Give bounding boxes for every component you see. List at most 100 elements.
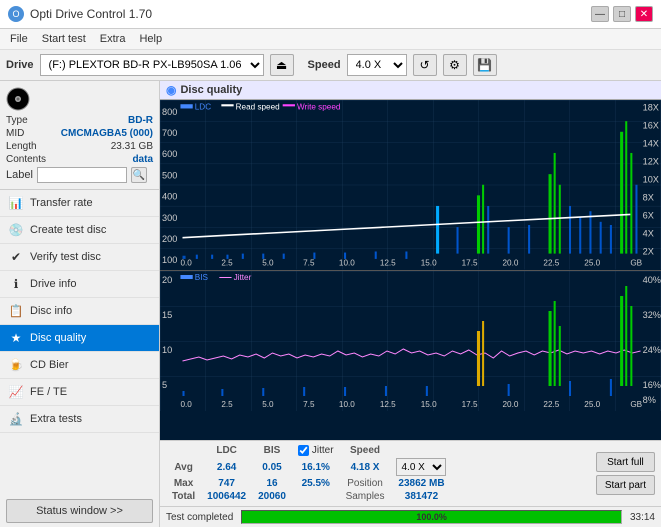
sidebar-item-create-test-disc[interactable]: 💿 Create test disc: [0, 217, 159, 244]
disc-mid-row: MID CMCMAGBA5 (000): [6, 128, 153, 139]
toolbar: Drive (F:) PLEXTOR BD-R PX-LB950SA 1.06 …: [0, 50, 661, 81]
bottom-chart-svg: 20 15 10 5 40% 32% 24% 16% 8% BIS Jitter: [160, 271, 661, 411]
config-button[interactable]: ⚙: [443, 54, 467, 76]
svg-text:20: 20: [162, 275, 172, 285]
svg-text:200: 200: [162, 234, 177, 244]
samples-label: Samples: [340, 490, 391, 503]
start-full-button[interactable]: Start full: [596, 452, 655, 472]
svg-text:15.0: 15.0: [421, 400, 437, 409]
refresh-button[interactable]: ↺: [413, 54, 437, 76]
status-text: Test completed: [166, 512, 233, 523]
create-test-disc-label: Create test disc: [30, 224, 106, 236]
length-label: Length: [6, 141, 37, 152]
transfer-rate-label: Transfer rate: [30, 197, 93, 209]
drive-info-label: Drive info: [30, 278, 76, 290]
jitter-checkbox[interactable]: [298, 445, 309, 456]
time-text: 33:14: [630, 512, 655, 523]
menu-extra[interactable]: Extra: [94, 31, 132, 47]
svg-text:10: 10: [162, 345, 172, 355]
svg-text:8%: 8%: [643, 395, 656, 405]
jitter-checkbox-label: Jitter: [298, 445, 334, 456]
svg-text:5.0: 5.0: [262, 400, 274, 409]
speed-select[interactable]: 4.0 X: [347, 54, 407, 76]
avg-label: Avg: [166, 457, 201, 477]
avg-speed: 4.18 X: [340, 457, 391, 477]
label-icon-btn[interactable]: 🔍: [131, 167, 147, 183]
sidebar-item-verify-test-disc[interactable]: ✔ Verify test disc: [0, 244, 159, 271]
svg-text:700: 700: [162, 128, 177, 138]
close-button[interactable]: ✕: [635, 6, 653, 22]
svg-text:100: 100: [162, 255, 177, 265]
maximize-button[interactable]: □: [613, 6, 631, 22]
win-controls: — □ ✕: [591, 6, 653, 22]
sidebar-item-cd-bier[interactable]: 🍺 CD Bier: [0, 352, 159, 379]
total-bis: 20060: [252, 490, 292, 503]
eject-button[interactable]: ⏏: [270, 54, 294, 76]
sidebar: Type BD-R MID CMCMAGBA5 (000) Length 23.…: [0, 81, 160, 527]
sidebar-item-extra-tests[interactable]: 🔬 Extra tests: [0, 406, 159, 433]
avg-jitter: 16.1%: [292, 457, 340, 477]
svg-text:600: 600: [162, 149, 177, 159]
svg-text:300: 300: [162, 213, 177, 223]
position-label: Position: [340, 477, 391, 490]
avg-bis: 0.05: [252, 457, 292, 477]
contents-value: data: [132, 154, 153, 165]
app-icon: O: [8, 6, 24, 22]
cd-bier-icon: 🍺: [8, 357, 24, 373]
title-left: O Opti Drive Control 1.70: [8, 6, 152, 22]
menu-file[interactable]: File: [4, 31, 34, 47]
disc-length-row: Length 23.31 GB: [6, 141, 153, 152]
svg-text:GB: GB: [630, 257, 642, 267]
fe-te-icon: 📈: [8, 384, 24, 400]
svg-text:14X: 14X: [643, 138, 660, 148]
title-bar: O Opti Drive Control 1.70 — □ ✕: [0, 0, 661, 29]
status-window-button[interactable]: Status window >>: [6, 499, 153, 523]
mid-value: CMCMAGBA5 (000): [61, 128, 153, 139]
stats-table: LDC BIS Jitter Speed Avg 2.64 0.05: [166, 444, 452, 503]
disc-icon: [6, 87, 30, 111]
label-input[interactable]: [37, 167, 127, 183]
extra-tests-label: Extra tests: [30, 413, 82, 425]
sidebar-item-fe-te[interactable]: 📈 FE / TE: [0, 379, 159, 406]
svg-text:24%: 24%: [643, 345, 661, 355]
drive-label: Drive: [6, 59, 34, 71]
minimize-button[interactable]: —: [591, 6, 609, 22]
start-part-button[interactable]: Start part: [596, 475, 655, 495]
svg-text:6X: 6X: [643, 211, 655, 221]
svg-text:10.0: 10.0: [339, 400, 355, 409]
chart-header-icon: ◉: [166, 83, 176, 97]
disc-type-row: Type BD-R: [6, 115, 153, 126]
chart-header: ◉ Disc quality: [160, 81, 661, 100]
create-test-disc-icon: 💿: [8, 222, 24, 238]
max-bis: 16: [252, 477, 292, 490]
max-ldc: 747: [201, 477, 252, 490]
save-button[interactable]: 💾: [473, 54, 497, 76]
svg-text:10X: 10X: [643, 174, 660, 184]
svg-text:0.0: 0.0: [180, 400, 192, 409]
extra-tests-icon: 🔬: [8, 411, 24, 427]
contents-label: Contents: [6, 154, 46, 165]
svg-text:12.5: 12.5: [380, 257, 396, 267]
svg-text:25.0: 25.0: [584, 400, 600, 409]
menu-help[interactable]: Help: [133, 31, 168, 47]
sidebar-item-disc-quality[interactable]: ★ Disc quality: [0, 325, 159, 352]
svg-text:4X: 4X: [643, 229, 655, 239]
sidebar-item-drive-info[interactable]: ℹ Drive info: [0, 271, 159, 298]
chart-title: Disc quality: [180, 84, 242, 96]
svg-text:16%: 16%: [643, 380, 661, 390]
speed-label: Speed: [308, 59, 341, 71]
top-chart-svg: 800 700 600 500 400 300 200 100 18X 16X …: [160, 100, 661, 270]
sidebar-item-disc-info[interactable]: 📋 Disc info: [0, 298, 159, 325]
menu-start-test[interactable]: Start test: [36, 31, 92, 47]
svg-text:22.5: 22.5: [543, 400, 559, 409]
disc-header: [6, 87, 153, 111]
sidebar-item-transfer-rate[interactable]: 📊 Transfer rate: [0, 190, 159, 217]
chart-area: ◉ Disc quality 80: [160, 81, 661, 527]
svg-text:40%: 40%: [643, 275, 661, 285]
svg-text:15: 15: [162, 310, 172, 320]
svg-text:Read speed: Read speed: [236, 101, 280, 111]
svg-text:7.5: 7.5: [303, 257, 315, 267]
speed-select-stats[interactable]: 4.0 X: [396, 458, 446, 476]
label-label: Label: [6, 169, 33, 181]
drive-select[interactable]: (F:) PLEXTOR BD-R PX-LB950SA 1.06: [40, 54, 264, 76]
